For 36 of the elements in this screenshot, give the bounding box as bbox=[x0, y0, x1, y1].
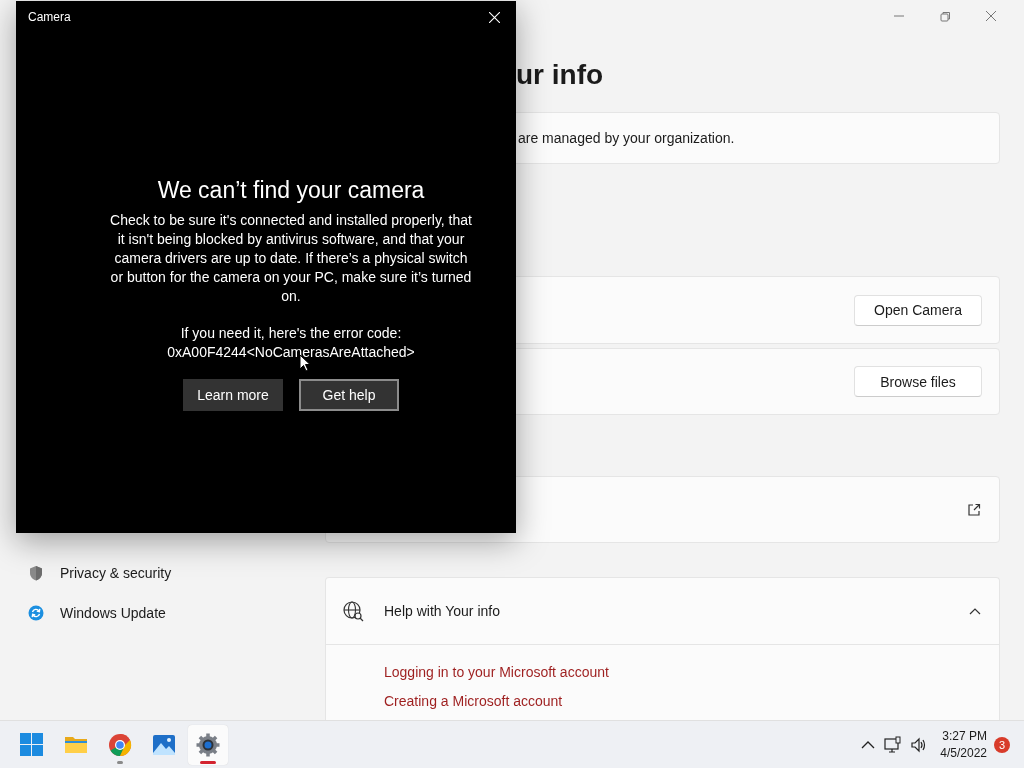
sidebar-item[interactable]: Privacy & security bbox=[4, 555, 317, 591]
volume-icon bbox=[911, 736, 928, 753]
restore-icon[interactable] bbox=[939, 10, 951, 22]
help-link[interactable]: Creating a Microsoft account bbox=[384, 692, 563, 710]
window-title: Camera bbox=[28, 10, 71, 24]
card-button[interactable]: Open Camera bbox=[854, 294, 982, 326]
taskbar-app[interactable] bbox=[188, 724, 228, 765]
update-icon bbox=[28, 605, 44, 621]
clock-date[interactable]: 4/5/2022 bbox=[940, 744, 987, 762]
card-button[interactable]: Browse files bbox=[854, 366, 982, 397]
shield-icon bbox=[28, 565, 44, 581]
network-icon bbox=[884, 736, 903, 753]
chevron-up-icon bbox=[861, 739, 876, 750]
browser-icon bbox=[108, 732, 132, 757]
clock-time[interactable]: 3:27 PM bbox=[942, 727, 987, 745]
dialog-button[interactable]: Learn more bbox=[183, 379, 283, 411]
notification-badge[interactable]: 3 bbox=[994, 736, 1010, 753]
settings-icon bbox=[196, 732, 220, 757]
page-title: ur info bbox=[515, 58, 605, 92]
globe-icon bbox=[343, 600, 364, 622]
sidebar-item[interactable]: Windows Update bbox=[4, 595, 317, 631]
running-indicator bbox=[117, 760, 123, 764]
image-icon bbox=[152, 732, 176, 757]
error-code: 0xA00F4244<NoCamerasAreAttached> bbox=[166, 343, 416, 362]
chevron-icon[interactable] bbox=[969, 606, 981, 616]
error-code-label: If you need it, here's the error code: bbox=[179, 324, 403, 343]
error-message: Check to be sure it's connected and installed properly, that it isn't being blocked by antivirus software, and that your camera drivers are up to date. If there’s a physical switch or button for the camera on your PC, make sure it’s turned on. bbox=[109, 211, 473, 306]
error-heading: We can’t find your camera bbox=[157, 176, 425, 205]
external-link-icon[interactable] bbox=[967, 502, 981, 517]
running-indicator bbox=[200, 760, 216, 764]
help-header[interactable]: Help with Your info bbox=[326, 578, 999, 645]
org-notice: are managed by your organization. bbox=[518, 130, 735, 146]
help-link[interactable]: Logging in to your Microsoft account bbox=[384, 663, 609, 681]
dialog-button[interactable]: Get help bbox=[299, 379, 399, 411]
help-title: Help with Your info bbox=[384, 603, 501, 619]
start-icon bbox=[20, 732, 44, 757]
